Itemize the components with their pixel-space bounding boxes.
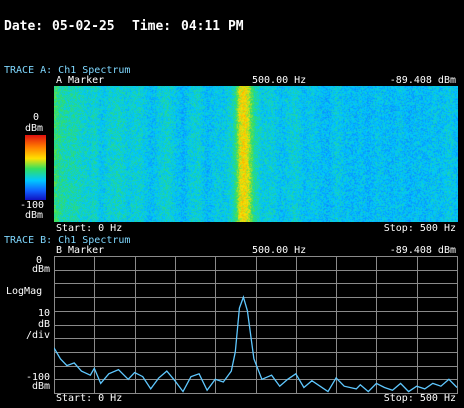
trace-b-ref-bottom-unit: dBm: [32, 381, 51, 392]
scale-type-label: LogMag: [6, 286, 43, 297]
trace-b-start: Start: 0 Hz: [56, 393, 123, 404]
colorbar-bottom-unit: dBm: [25, 210, 44, 221]
trace-b-ref-top-unit: dBm: [32, 264, 51, 275]
trace-b-marker-value: -89.408 dBm: [389, 245, 456, 256]
colorbar-top-unit: dBm: [25, 123, 44, 134]
waterfall-spectrogram[interactable]: [54, 86, 458, 222]
trace-b-marker-freq: 500.00 Hz: [252, 245, 307, 256]
colorbar-top-label: 0: [33, 112, 40, 123]
date-label: Date:: [4, 19, 44, 34]
trace-b-stop: Stop: 500 Hz: [383, 393, 456, 404]
scale-per-div-value: 10: [38, 308, 51, 319]
scale-div-label: /div: [26, 330, 51, 341]
date-value: 05-02-25: [52, 19, 115, 34]
scale-unit: dB: [38, 319, 51, 330]
plot-grid: [54, 256, 458, 394]
trace-b-marker-label: B Marker: [56, 245, 105, 256]
trace-a-marker-value: -89.408 dBm: [389, 75, 456, 86]
trace-a-start: Start: 0 Hz: [56, 223, 123, 234]
time-label: Time:: [132, 19, 172, 34]
trace-a-marker-label: A Marker: [56, 75, 105, 86]
trace-a-stop: Stop: 500 Hz: [383, 223, 456, 234]
time-value: 04:11 PM: [181, 19, 244, 34]
spectrum-plot[interactable]: [54, 256, 458, 394]
colorbar: [25, 135, 46, 200]
trace-a-marker-freq: 500.00 Hz: [252, 75, 307, 86]
